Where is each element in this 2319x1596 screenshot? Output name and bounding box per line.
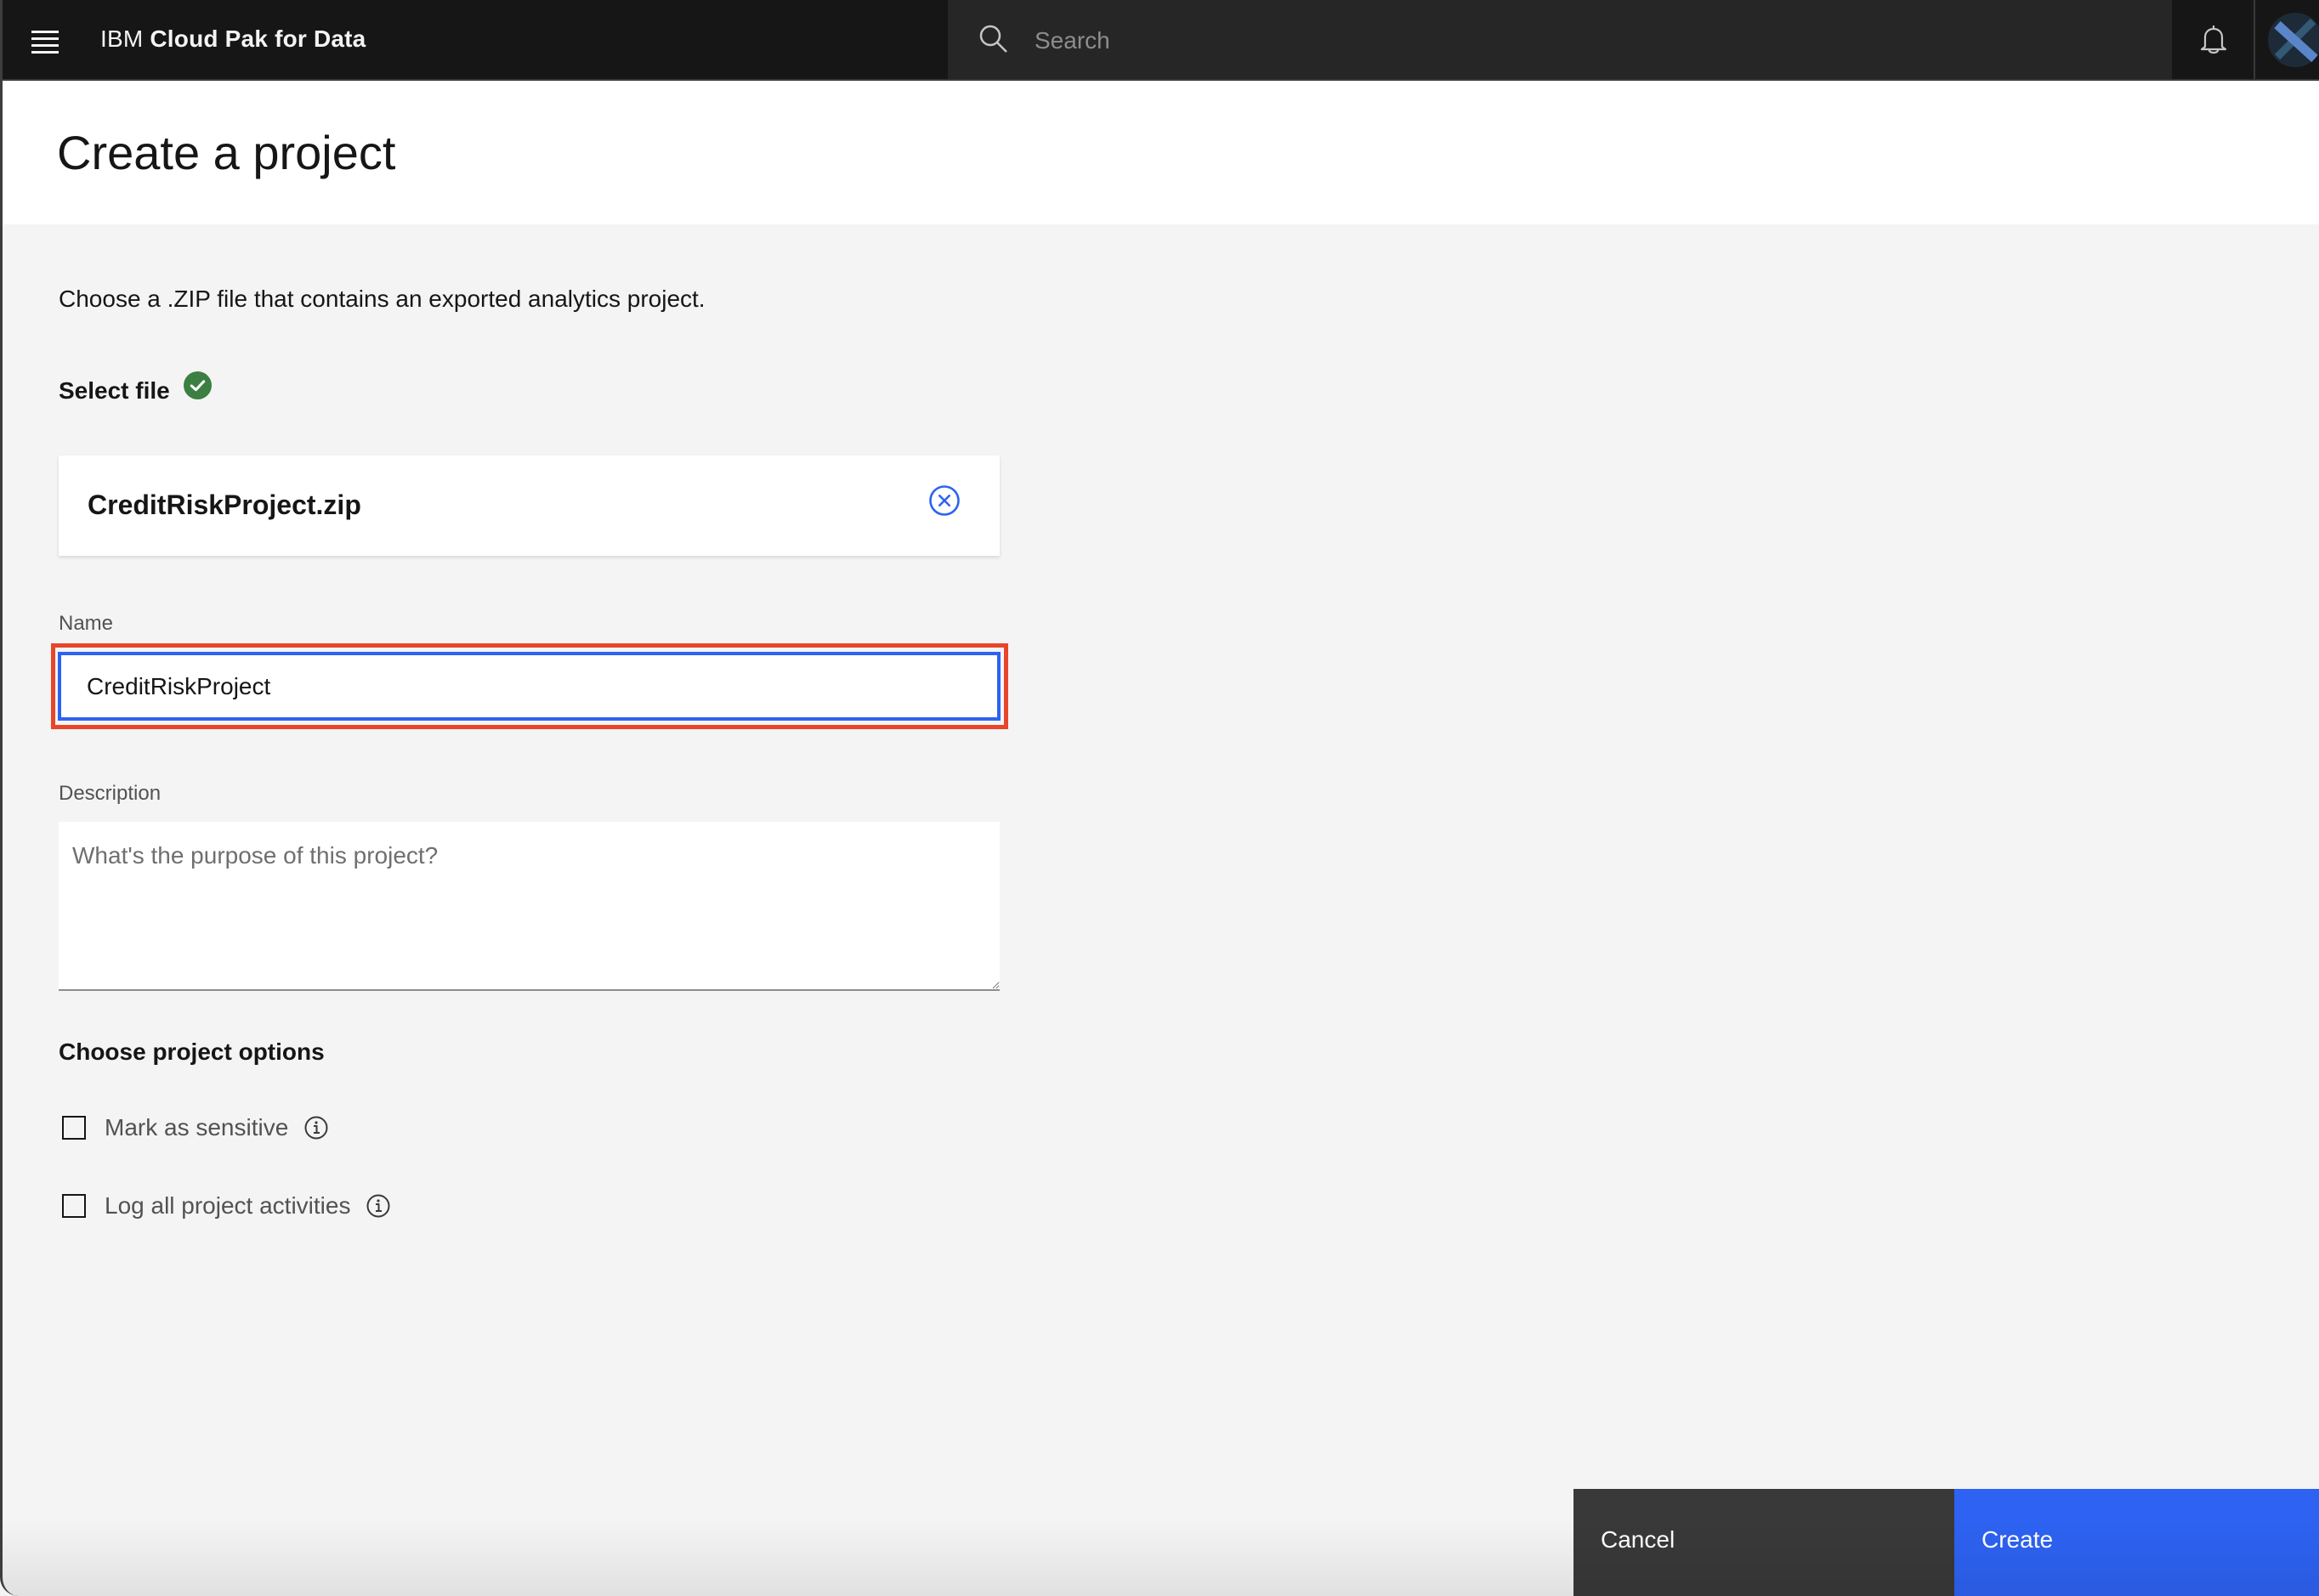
description-label: Description	[59, 782, 162, 805]
global-search	[948, 0, 2172, 79]
log-activities-label[interactable]: Log all project activities	[105, 1192, 350, 1220]
search-input[interactable]	[1033, 17, 2141, 65]
close-outline-icon[interactable]	[928, 484, 961, 517]
select-file-heading: Select file	[59, 371, 212, 405]
cancel-button-label: Cancel	[1601, 1526, 1675, 1553]
name-input[interactable]	[58, 652, 1001, 721]
notifications-button[interactable]	[2172, 0, 2254, 79]
option-mark-sensitive: Mark as sensitive	[62, 1114, 329, 1141]
intro-text: Choose a .ZIP file that contains an expo…	[59, 286, 706, 312]
create-button-label: Create	[1982, 1526, 2054, 1553]
notification-bell-icon	[2200, 25, 2226, 54]
project-options-heading: Choose project options	[59, 1039, 325, 1065]
brand-name: Cloud Pak for Data	[150, 25, 366, 52]
search-icon[interactable]	[978, 24, 1009, 54]
page-header: Create a project	[3, 81, 2319, 224]
product-name[interactable]: IBM Cloud Pak for Data	[100, 25, 366, 53]
mark-sensitive-checkbox[interactable]	[62, 1116, 86, 1140]
avatar-icon	[2268, 13, 2319, 67]
create-button[interactable]: Create	[1954, 1489, 2319, 1596]
cancel-button[interactable]: Cancel	[1573, 1489, 1954, 1596]
select-file-label: Select file	[59, 377, 170, 404]
log-activities-checkbox[interactable]	[62, 1194, 86, 1218]
top-header: IBM Cloud Pak for Data	[3, 0, 2319, 81]
app-window: IBM Cloud Pak for Data Create a	[0, 0, 2319, 1596]
information-icon[interactable]	[366, 1193, 391, 1219]
file-name: CreditRiskProject.zip	[88, 490, 361, 520]
mark-sensitive-label[interactable]: Mark as sensitive	[105, 1114, 288, 1141]
menu-icon[interactable]	[26, 24, 64, 56]
information-icon[interactable]	[303, 1115, 329, 1140]
uploaded-file-card: CreditRiskProject.zip	[59, 456, 1000, 556]
option-log-activities: Log all project activities	[62, 1192, 391, 1220]
brand-prefix: IBM	[100, 25, 144, 52]
header-divider	[2254, 0, 2255, 79]
page-title: Create a project	[57, 126, 396, 179]
name-label: Name	[59, 612, 114, 635]
user-avatar[interactable]	[2267, 13, 2319, 67]
checkmark-filled-icon	[183, 371, 212, 399]
description-textarea[interactable]	[59, 822, 1000, 991]
